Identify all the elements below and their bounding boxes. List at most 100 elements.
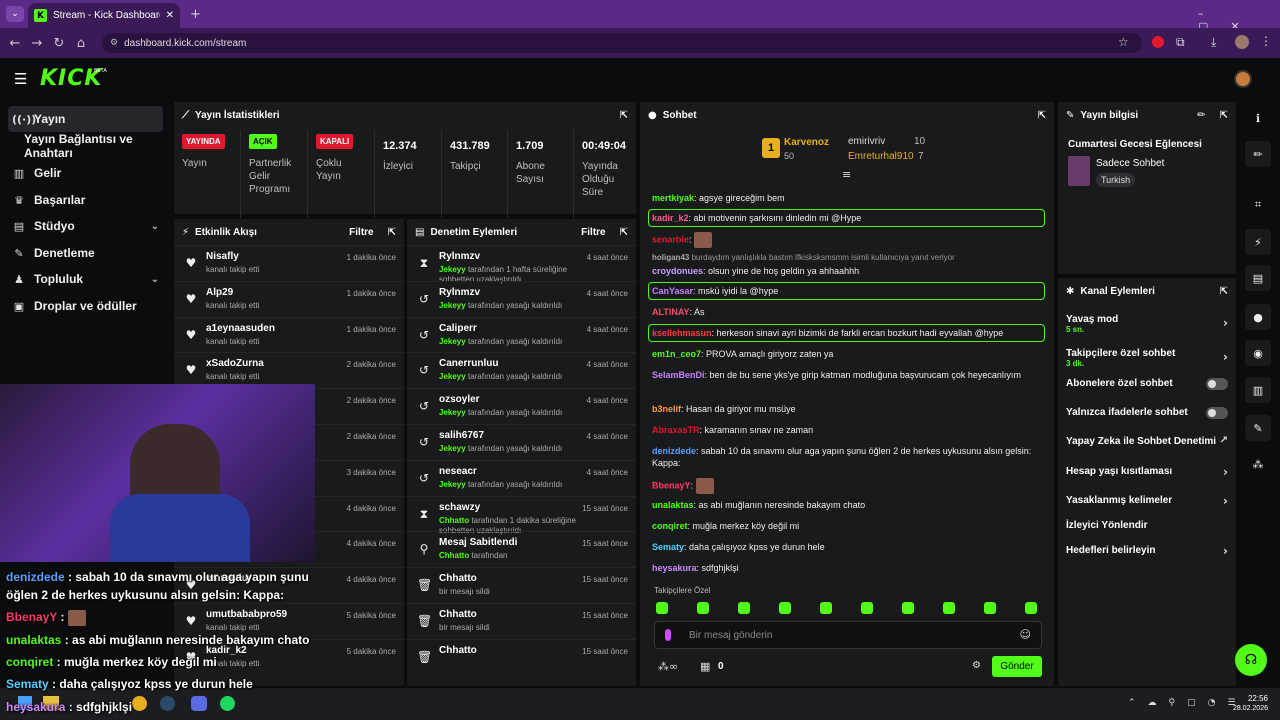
moderator-name[interactable]: Jekeyy <box>439 372 466 381</box>
emote-button[interactable] <box>656 602 668 614</box>
chat-username[interactable]: croydonues <box>652 266 703 276</box>
emote-button[interactable] <box>943 602 955 614</box>
moderation-target[interactable]: Rylnmzv <box>439 287 480 298</box>
moderator-name[interactable]: Chhatto <box>439 551 469 560</box>
chat-username[interactable]: b3nelif <box>652 404 681 414</box>
edit-icon[interactable]: ✏ <box>1245 141 1271 167</box>
moderator-name[interactable]: Jekeyy <box>439 265 466 274</box>
profile-avatar[interactable] <box>1235 35 1249 49</box>
tab-close-icon[interactable]: ✕ <box>166 10 174 21</box>
chat-username[interactable]: ALTINAY <box>652 307 690 317</box>
moderation-target[interactable]: Mesaj Sabitlendi <box>439 537 517 548</box>
moderator-name[interactable]: Chhatto <box>439 516 469 525</box>
filter-button[interactable]: Filtre <box>581 227 605 238</box>
back-icon[interactable]: ← <box>4 36 26 51</box>
language-tag[interactable]: Turkish <box>1096 173 1136 187</box>
moderator-name[interactable]: Jekeyy <box>439 408 466 417</box>
sidebar-item-studyo[interactable]: ▤ Stüdyo ⌄ <box>8 213 163 239</box>
download-icon[interactable]: ⤓ <box>1211 35 1216 50</box>
browser-menu-icon[interactable]: ⋮ <box>1260 34 1272 48</box>
chat-username[interactable]: Sematy <box>652 542 684 552</box>
popout-icon[interactable]: ⇱ <box>620 110 628 121</box>
channel-action-item[interactable]: Hedefleri belirleyin › <box>1066 544 1228 558</box>
support-headset-icon[interactable]: ☊ <box>1235 644 1267 676</box>
channel-action-item[interactable]: Abonelere özel sohbet <box>1066 378 1228 390</box>
lightning-icon[interactable]: ⚡ <box>1245 229 1271 255</box>
emote-button[interactable] <box>1025 602 1037 614</box>
external-link-icon[interactable]: ↗ <box>1220 435 1228 446</box>
emoji-icon[interactable]: ☺ <box>1020 628 1031 641</box>
sidebar-item-droplar[interactable]: ▣ Droplar ve ödüller <box>8 293 163 319</box>
emote-button[interactable] <box>779 602 791 614</box>
home-icon[interactable]: ⌂ <box>70 36 92 51</box>
emote-button[interactable] <box>738 602 750 614</box>
chat-username[interactable]: SelamBenDi <box>652 370 705 380</box>
emote-button[interactable] <box>820 602 832 614</box>
moderation-target[interactable]: Canerrunluu <box>439 358 498 369</box>
popout-icon[interactable]: ⇱ <box>1038 110 1046 121</box>
chat-username[interactable]: CanYasar <box>652 286 693 296</box>
info-icon[interactable]: ℹ <box>1245 105 1271 131</box>
moderator-name[interactable]: Jekeyy <box>439 337 466 346</box>
new-tab-icon[interactable]: + <box>190 7 201 22</box>
sidebar-item-stream-key[interactable]: Yayın Bağlantısı ve Anahtarı <box>20 132 175 160</box>
broadcast-icon[interactable]: ◉ <box>1245 340 1271 366</box>
channel-action-item[interactable]: Yalnızca ifadelerle sohbet <box>1066 407 1228 419</box>
chat-input-box[interactable]: Bir mesaj gönderin ☺ <box>654 621 1042 649</box>
chat-username[interactable]: unalaktas <box>652 500 694 510</box>
moderation-target[interactable]: Chhatto <box>439 609 477 620</box>
chat-username[interactable]: heysakura <box>652 563 697 573</box>
activity-username[interactable]: xSadoZurna <box>206 358 264 369</box>
chat-username[interactable]: em1n_ceo7 <box>652 349 701 359</box>
sidebar-item-yayin[interactable]: ((·)) Yayın <box>8 106 163 132</box>
channel-action-item[interactable]: İzleyici Yönlendir <box>1066 520 1228 531</box>
tab-search-icon[interactable]: ⌄ <box>6 6 24 22</box>
moderation-target[interactable]: Caliperr <box>439 323 477 334</box>
popout-icon[interactable]: ⇱ <box>1220 110 1228 121</box>
moderation-target[interactable]: salih6767 <box>439 430 484 441</box>
browser-tab[interactable]: K Stream - Kick Dashboard ✕ <box>28 3 180 28</box>
filter-button[interactable]: Filtre <box>349 227 373 238</box>
activity-username[interactable]: Alp29 <box>206 287 233 298</box>
moderator-name[interactable]: Jekeyy <box>439 301 466 310</box>
chat-username[interactable]: holigan43 <box>652 253 689 262</box>
emote-button[interactable] <box>861 602 873 614</box>
extensions-icon[interactable]: ⧉ <box>1176 35 1185 50</box>
bookmark-star-icon[interactable]: ☆ <box>1118 35 1129 49</box>
user-avatar[interactable] <box>1234 70 1252 88</box>
chat-username[interactable]: BbenayY <box>652 480 691 490</box>
crop-icon[interactable]: ⌗ <box>1245 192 1271 218</box>
users-icon[interactable]: ⁂∞ <box>658 660 678 673</box>
popout-icon[interactable]: ⇱ <box>620 227 628 238</box>
address-bar[interactable]: ⚙ dashboard.kick.com/stream <box>102 33 1142 53</box>
chat-username[interactable]: kadir_k2 <box>652 213 689 223</box>
sidebar-item-gelir[interactable]: ▥ Gelir <box>8 160 163 186</box>
chat-settings-icon[interactable]: ⚙ <box>972 660 981 671</box>
toggle-switch[interactable] <box>1206 378 1228 390</box>
sidebar-item-denetleme[interactable]: ✎ Denetleme <box>8 240 163 266</box>
emote-button[interactable] <box>902 602 914 614</box>
clipboard-icon[interactable]: ▤ <box>1245 265 1271 291</box>
moderation-target[interactable]: ozsoyler <box>439 394 480 405</box>
forward-icon[interactable]: → <box>26 36 48 51</box>
moderation-target[interactable]: Chhatto <box>439 573 477 584</box>
chat-bubble-icon[interactable]: ● <box>1245 304 1271 330</box>
chat-username[interactable]: senarbie <box>652 234 689 244</box>
moderation-target[interactable]: Chhatto <box>439 645 477 656</box>
spotify-icon[interactable] <box>220 696 235 711</box>
extension-record-icon[interactable] <box>1152 36 1164 48</box>
channel-action-item[interactable]: Yavaş mod 5 sn. › <box>1066 314 1228 334</box>
community-icon[interactable]: ⁂ <box>1245 451 1271 477</box>
popout-icon[interactable]: ⇱ <box>1220 286 1228 297</box>
layout-icon[interactable]: ▥ <box>1245 377 1271 403</box>
channel-action-item[interactable]: Yapay Zeka ile Sohbet Denetimi ↗ <box>1066 435 1228 447</box>
moderation-target[interactable]: neseacr <box>439 466 477 477</box>
reload-icon[interactable]: ↻ <box>48 36 70 51</box>
chrome-icon[interactable] <box>132 696 147 711</box>
moderation-target[interactable]: schawzy <box>439 502 480 513</box>
emote-button[interactable] <box>984 602 996 614</box>
steam-icon[interactable] <box>160 696 175 711</box>
mic-icon[interactable] <box>665 629 671 641</box>
chat-username[interactable]: conqiret <box>652 521 688 531</box>
activity-username[interactable]: umutbababpro59 <box>206 609 287 620</box>
